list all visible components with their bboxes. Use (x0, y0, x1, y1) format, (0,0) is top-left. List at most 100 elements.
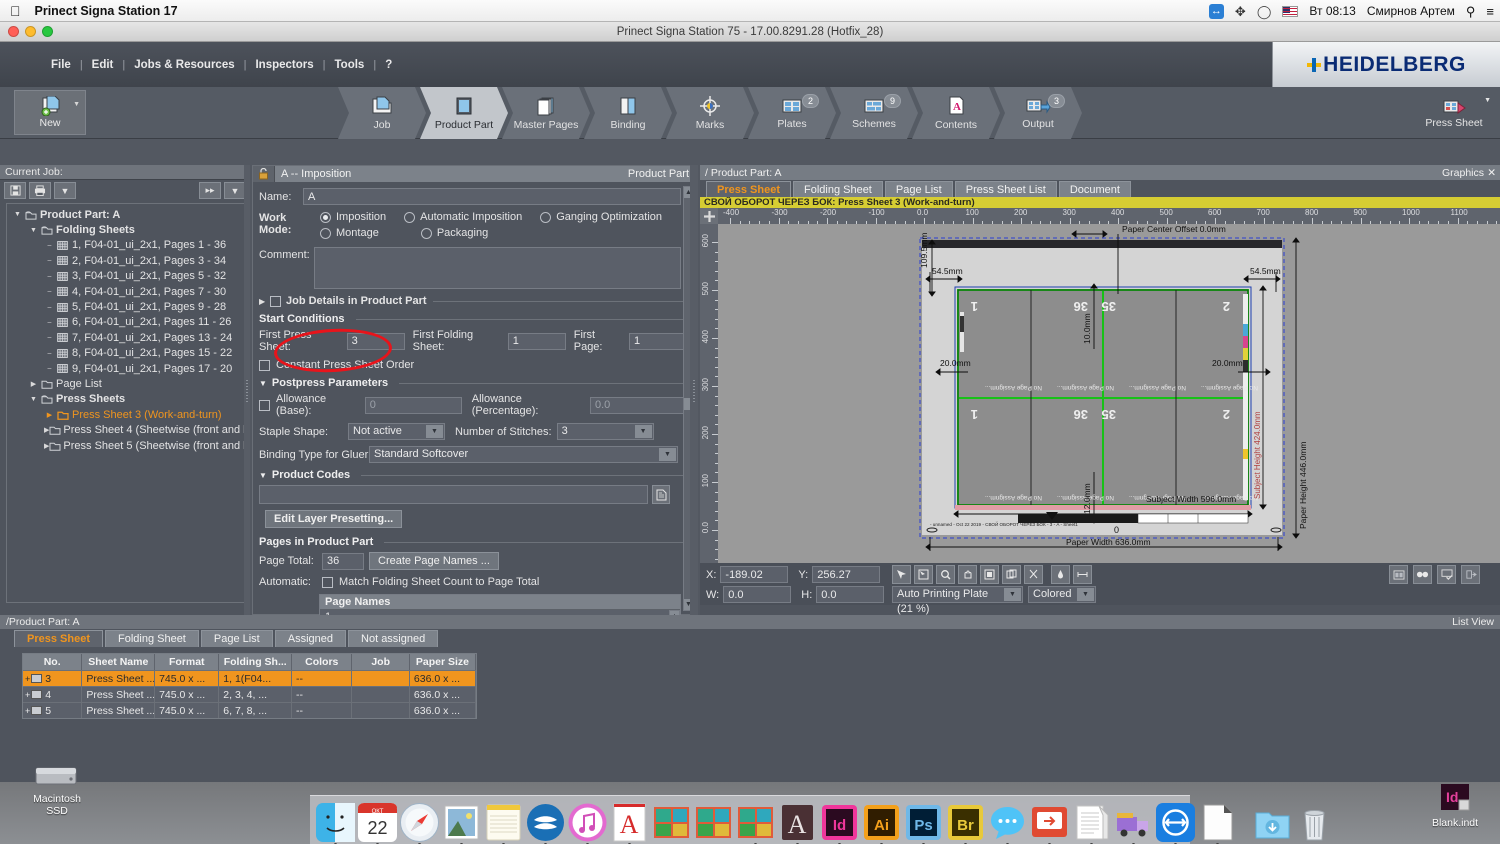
allowance-pct-input[interactable] (590, 397, 687, 414)
libreoffice-icon[interactable] (1198, 803, 1237, 842)
page-total-input[interactable] (322, 553, 364, 570)
tree-node[interactable]: –1, F04-01_ui_2x1, Pages 1 - 36 (9, 238, 245, 253)
trash-icon[interactable] (1295, 803, 1334, 842)
finder-icon[interactable] (316, 803, 355, 842)
allowance-base-input[interactable] (365, 397, 462, 414)
tree-node[interactable]: ▼Product Part: A (9, 207, 245, 222)
displays-icon[interactable]: ✥ (1235, 5, 1246, 18)
calendar-icon[interactable]: ОКТ22 (358, 803, 397, 842)
w-input[interactable] (723, 586, 791, 603)
msoffice3-icon[interactable] (736, 803, 775, 842)
menu-tools[interactable]: Tools (326, 56, 374, 74)
step-master-pages[interactable]: Master Pages (502, 87, 590, 139)
chevron-down-icon[interactable]: ▼ (1484, 97, 1491, 104)
first-press-sheet-input[interactable] (347, 333, 405, 350)
notification-center-icon[interactable]: ≡ (1486, 5, 1494, 18)
step-contents[interactable]: A Contents (912, 87, 1000, 139)
graphics-tab[interactable]: Press Sheet (706, 181, 791, 197)
menu-jobs-resources[interactable]: Jobs & Resources (125, 56, 243, 74)
step-job[interactable]: Job (338, 87, 426, 139)
pointer-icon[interactable] (892, 565, 911, 584)
step-output[interactable]: 3 Output (994, 87, 1082, 139)
msoffice1-icon[interactable] (652, 803, 691, 842)
graphics-tab[interactable]: Folding Sheet (793, 181, 883, 197)
table-row[interactable]: +3Press Sheet ...745.0 x ...1, 1(F04...-… (23, 670, 476, 686)
tree-node[interactable]: –8, F04-01_ui_2x1, Pages 15 - 22 (9, 346, 245, 361)
edit-layer-presetting-button[interactable]: Edit Layer Presetting... (265, 510, 402, 528)
constant-order-checkbox[interactable] (259, 360, 270, 371)
textedit-icon[interactable] (1072, 803, 1111, 842)
horizontal-ruler[interactable]: -400-300-200-1000.0100200300400500600700… (718, 208, 1500, 224)
menu-inspectors[interactable]: Inspectors (246, 56, 322, 74)
indesign-icon[interactable]: Id (820, 803, 859, 842)
name-input[interactable] (303, 188, 681, 205)
duplicate-icon[interactable] (1002, 565, 1021, 584)
comment-textarea[interactable] (314, 247, 681, 289)
product-tree[interactable]: ▼Product Part: A▼Folding Sheets–1, F04-0… (6, 203, 246, 603)
collapse-arrow-icon[interactable]: ▼ (259, 379, 267, 388)
menubar-username[interactable]: Смирнов Артем (1367, 5, 1455, 17)
product-codes-input[interactable] (259, 485, 648, 504)
frame-icon[interactable] (980, 565, 999, 584)
job-details-checkbox[interactable] (270, 296, 281, 307)
list-view-tab[interactable]: Assigned (275, 630, 346, 647)
tree-node[interactable]: –6, F04-01_ui_2x1, Pages 11 - 26 (9, 315, 245, 330)
product-codes-edit-icon[interactable] (652, 485, 670, 504)
radio-packaging[interactable] (421, 228, 432, 239)
tree-node[interactable]: ▶Page List (9, 376, 245, 391)
list-view-tab[interactable]: Press Sheet (14, 630, 103, 647)
zoom-icon[interactable] (936, 565, 955, 584)
check-plate-icon[interactable] (1437, 565, 1456, 584)
lock-icon[interactable] (253, 166, 275, 182)
allowance-base-checkbox[interactable] (259, 400, 270, 411)
radio-automatic-imposition[interactable] (404, 212, 415, 223)
teamviewer-icon[interactable] (1156, 803, 1195, 842)
graphics-tab[interactable]: Press Sheet List (955, 181, 1057, 197)
color-mode-select[interactable]: Colored ▼ (1028, 586, 1096, 603)
table-column-header[interactable]: Job (352, 654, 409, 670)
chevron-down-icon[interactable]: ▼ (73, 101, 80, 108)
new-job-button[interactable]: New ▼ (14, 90, 86, 135)
search-icon[interactable]: ⚲ (1466, 5, 1476, 18)
table-row[interactable]: +5Press Sheet ...745.0 x ...6, 7, 8, ...… (23, 702, 476, 718)
tree-node[interactable]: –3, F04-01_ui_2x1, Pages 5 - 32 (9, 269, 245, 284)
binding-type-select[interactable]: Standard Softcover ▼ (369, 446, 678, 463)
step-binding[interactable]: Binding (584, 87, 672, 139)
chevron-down-icon[interactable]: ▼ (12, 211, 23, 218)
close-icon[interactable]: ✕ (1487, 167, 1496, 179)
chevron-right-icon[interactable]: ▶ (44, 411, 55, 419)
cut-icon[interactable] (1024, 565, 1043, 584)
chevron-right-icon[interactable]: ▶ (28, 380, 39, 388)
left-splitter[interactable] (244, 165, 250, 615)
menu-file[interactable]: File (42, 56, 80, 74)
select-rect-icon[interactable] (914, 565, 933, 584)
chevron-down-icon[interactable]: ▼ (659, 448, 676, 461)
table-row[interactable]: +4Press Sheet ...745.0 x ...2, 3, 4, ...… (23, 686, 476, 702)
create-page-names-button[interactable]: Create Page Names ... (369, 552, 499, 570)
save-icon[interactable] (4, 182, 26, 199)
tree-node[interactable]: ▶Press Sheet 5 (Sheetwise (front and bac… (9, 438, 245, 453)
stitches-select[interactable]: 3 ▼ (557, 423, 654, 440)
list-view-tab[interactable]: Folding Sheet (105, 630, 199, 647)
ruler-origin-icon[interactable] (700, 208, 718, 224)
first-page-input[interactable] (629, 333, 687, 350)
expand-row-icon[interactable]: + (25, 706, 30, 716)
ink-icon[interactable] (1051, 565, 1070, 584)
msoffice2-icon[interactable] (694, 803, 733, 842)
messages-icon[interactable] (988, 803, 1027, 842)
chevron-down-icon[interactable]: ▼ (426, 425, 443, 438)
teamviewer-icon[interactable]: ↔ (1209, 4, 1224, 19)
tree-node[interactable]: ▼Folding Sheets (9, 222, 245, 237)
x-input[interactable] (720, 566, 788, 583)
print-icon[interactable] (29, 182, 51, 199)
tree-node[interactable]: –5, F04-01_ui_2x1, Pages 9 - 28 (9, 299, 245, 314)
illustrator-icon[interactable]: Ai (862, 803, 901, 842)
staple-shape-select[interactable]: Not active ▼ (348, 423, 445, 440)
table-column-header[interactable]: Folding Sh... (219, 654, 292, 670)
chevron-down-icon[interactable]: ▼ (28, 396, 39, 403)
h-input[interactable] (816, 586, 884, 603)
chevron-down-icon[interactable]: ▼ (1004, 588, 1021, 601)
chevron-down-icon[interactable]: ▼ (635, 425, 652, 438)
photoshop-icon[interactable]: Ps (904, 803, 943, 842)
graphics-tab[interactable]: Document (1059, 181, 1131, 197)
